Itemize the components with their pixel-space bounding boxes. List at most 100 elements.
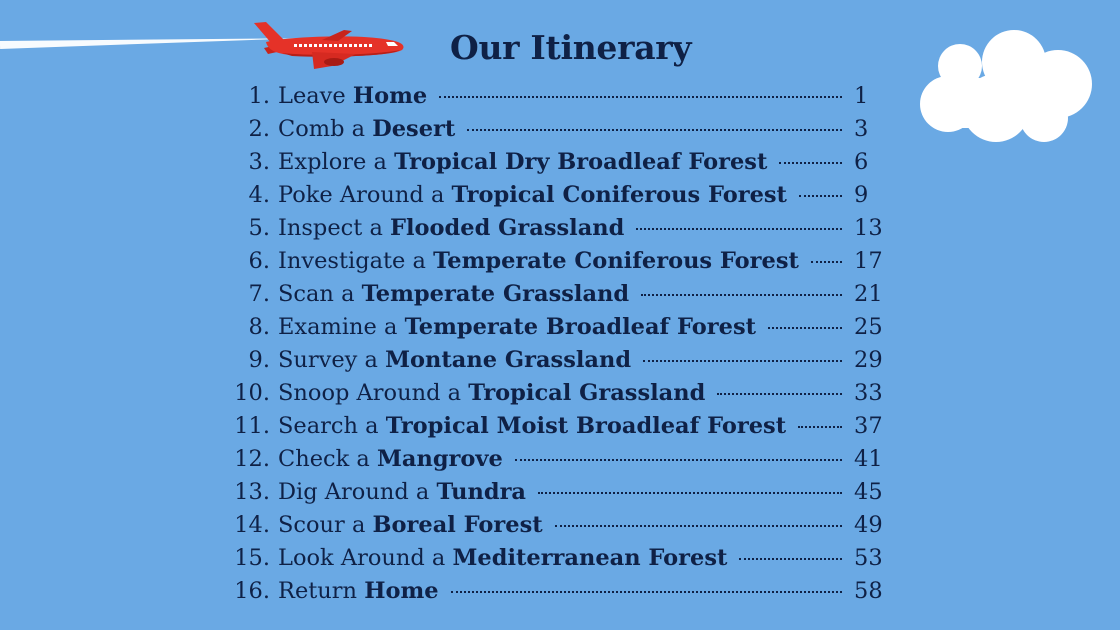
item-number: 1. [248, 83, 270, 109]
item-number: 10. [234, 380, 270, 406]
item-action: Snoop Around a [278, 380, 469, 406]
list-item: 14. Scour a Boreal Forest 49 [232, 509, 892, 542]
item-number: 8. [248, 314, 270, 340]
item-action: Explore a [278, 149, 395, 175]
page-number: 1 [854, 83, 869, 109]
item-place: Tropical Grassland [468, 380, 706, 406]
item-action: Look Around a [278, 545, 453, 571]
item-action: Return [278, 578, 365, 604]
item-place: Tropical Moist Broadleaf Forest [385, 413, 787, 439]
list-item: 5. Inspect a Flooded Grassland 13 [232, 212, 892, 245]
list-item: 6. Investigate a Temperate Coniferous For… [232, 245, 892, 278]
item-number: 4. [248, 182, 270, 208]
list-item: 12. Check a Mangrove 41 [232, 443, 892, 476]
item-place: Desert [372, 116, 456, 142]
item-number: 3. [248, 149, 270, 175]
dot-leader [798, 195, 842, 197]
list-item: 16. Return Home 58 [232, 575, 892, 608]
list-item: 10. Snoop Around a Tropical Grassland 33 [232, 377, 892, 410]
list-item: 15. Look Around a Mediterranean Forest 53 [232, 542, 892, 575]
page-number: 45 [854, 479, 883, 505]
item-number: 14. [234, 512, 270, 538]
item-number: 13. [234, 479, 270, 505]
item-text: Check a Mangrove [278, 443, 503, 476]
item-action: Investigate a [278, 248, 434, 274]
item-place: Tundra [436, 479, 527, 505]
page-number: 33 [854, 380, 883, 406]
list-item: 11. Search a Tropical Moist Broadleaf For… [232, 410, 892, 443]
item-action: Leave [278, 83, 353, 109]
dot-leader [768, 327, 842, 329]
list-item: 2. Comb a Desert 3 [232, 113, 892, 146]
item-place: Boreal Forest [372, 512, 543, 538]
item-text: Poke Around a Tropical Coniferous Forest [278, 179, 787, 212]
item-action: Examine a [278, 314, 405, 340]
itinerary-list: 1. Leave Home 1 2. Comb a Desert 3 3. Explore a… [232, 80, 892, 608]
item-number: 15. [234, 545, 270, 571]
page-number: 3 [854, 116, 869, 142]
item-text: Investigate a Temperate Coniferous Fores… [278, 245, 799, 278]
item-action: Scour a [278, 512, 373, 538]
item-action: Dig Around a [278, 479, 437, 505]
item-place: Home [364, 578, 439, 604]
page-number: 53 [854, 545, 883, 571]
dot-leader [798, 426, 842, 428]
item-number: 12. [234, 446, 270, 472]
dot-leader [643, 360, 842, 362]
item-number: 5. [248, 215, 270, 241]
item-text: Inspect a Flooded Grassland [278, 212, 624, 245]
dot-leader [514, 459, 842, 461]
list-item: 3. Explore a Tropical Dry Broadleaf Fores… [232, 146, 892, 179]
item-text: Snoop Around a Tropical Grassland [278, 377, 705, 410]
dot-leader [439, 96, 842, 98]
list-item: 4. Poke Around a Tropical Coniferous Fore… [232, 179, 892, 212]
page-number: 25 [854, 314, 883, 340]
item-place: Mediterranean Forest [452, 545, 728, 571]
page-number: 17 [854, 248, 883, 274]
item-text: Scan a Temperate Grassland [278, 278, 629, 311]
list-item: 7. Scan a Temperate Grassland 21 [232, 278, 892, 311]
dot-leader [739, 558, 842, 560]
item-place: Tropical Coniferous Forest [451, 182, 787, 208]
dot-leader [538, 492, 842, 494]
item-text: Explore a Tropical Dry Broadleaf Forest [278, 146, 767, 179]
page-number: 58 [854, 578, 883, 604]
dot-leader [810, 261, 842, 263]
item-text: Scour a Boreal Forest [278, 509, 543, 542]
item-action: Inspect a [278, 215, 391, 241]
item-action: Scan a [278, 281, 362, 307]
item-number: 11. [234, 413, 270, 439]
item-number: 2. [248, 116, 270, 142]
dot-leader [779, 162, 842, 164]
item-place: Temperate Broadleaf Forest [404, 314, 757, 340]
dot-leader [641, 294, 842, 296]
dot-leader [717, 393, 842, 395]
item-number: 7. [248, 281, 270, 307]
item-place: Temperate Grassland [361, 281, 630, 307]
page-number: 49 [854, 512, 883, 538]
page-number: 29 [854, 347, 883, 373]
item-place: Temperate Coniferous Forest [433, 248, 799, 274]
dot-leader [450, 591, 842, 593]
item-text: Survey a Montane Grassland [278, 344, 631, 377]
item-text: Dig Around a Tundra [278, 476, 526, 509]
item-text: Look Around a Mediterranean Forest [278, 542, 727, 575]
airplane-icon [254, 22, 404, 69]
page-number: 37 [854, 413, 883, 439]
item-action: Search a [278, 413, 386, 439]
item-text: Comb a Desert [278, 113, 455, 146]
dot-leader [467, 129, 842, 131]
page-number: 6 [854, 149, 869, 175]
list-item: 13. Dig Around a Tundra 45 [232, 476, 892, 509]
cloud-icon [920, 30, 1092, 142]
item-action: Comb a [278, 116, 373, 142]
item-action: Check a [278, 446, 377, 472]
dot-leader [554, 525, 842, 527]
item-place: Home [352, 83, 428, 109]
page-title: Our Itinerary [450, 28, 692, 67]
list-item: 9. Survey a Montane Grassland 29 [232, 344, 892, 377]
item-text: Leave Home [278, 80, 427, 113]
item-action: Survey a [278, 347, 386, 373]
page-number: 13 [854, 215, 883, 241]
item-place: Flooded Grassland [390, 215, 625, 241]
